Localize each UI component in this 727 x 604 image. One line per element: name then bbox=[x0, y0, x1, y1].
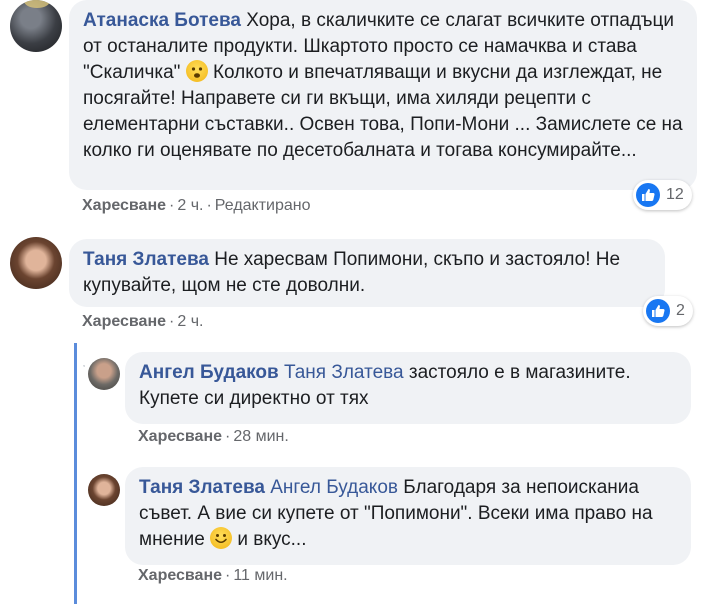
frowning-face-icon bbox=[185, 60, 208, 82]
comment-actions: Харесване · 2 ч. bbox=[82, 313, 204, 330]
reply-actions: Харесване · 28 мин. bbox=[138, 428, 289, 445]
avatar-tanya-zlateva[interactable] bbox=[10, 237, 62, 289]
like-button[interactable]: Харесване bbox=[138, 567, 222, 584]
comment-author[interactable]: Атанаска Ботева bbox=[83, 10, 241, 31]
reply-text-continued: и вкус... bbox=[237, 529, 307, 550]
timestamp[interactable]: 2 ч. bbox=[177, 313, 203, 330]
smiling-face-icon bbox=[210, 527, 233, 549]
comment-author[interactable]: Таня Златева bbox=[83, 249, 209, 270]
reply-actions: Харесване · 11 мин. bbox=[138, 567, 288, 584]
reaction-number: 12 bbox=[666, 186, 684, 203]
avatar-atanaska-boteva[interactable] bbox=[10, 0, 62, 52]
avatar-highlight bbox=[24, 0, 50, 8]
reply-body: Таня Златева Ангел Будаков Благодаря за … bbox=[139, 475, 677, 553]
reply-thread-line bbox=[74, 343, 77, 604]
timestamp[interactable]: 2 ч. bbox=[177, 197, 203, 214]
reply-connector bbox=[83, 365, 85, 367]
like-button[interactable]: Харесване bbox=[82, 313, 166, 330]
timestamp[interactable]: 11 мин. bbox=[233, 567, 287, 584]
mention-link[interactable]: Таня Златева bbox=[284, 362, 404, 383]
reply-bubble: Таня Златева Ангел Будаков Благодаря за … bbox=[125, 467, 691, 565]
reply-bubble: Ангел Будаков Таня Златева застояло е в … bbox=[125, 352, 691, 424]
reply-author[interactable]: Ангел Будаков bbox=[139, 362, 279, 383]
reaction-count[interactable]: 2 bbox=[643, 296, 693, 326]
comment-bubble: Атанаска Ботева Хора, в скаличките се сл… bbox=[69, 0, 697, 190]
comment-actions: Харесване · 2 ч. · Редактирано bbox=[82, 197, 311, 214]
like-icon bbox=[636, 183, 660, 207]
reply-body: Ангел Будаков Таня Златева застояло е в … bbox=[139, 360, 677, 412]
edited-label: Редактирано bbox=[214, 197, 311, 214]
reaction-number: 2 bbox=[676, 302, 685, 319]
like-button[interactable]: Харесване bbox=[82, 197, 166, 214]
reply-author[interactable]: Таня Златева bbox=[139, 477, 265, 498]
reaction-count[interactable]: 12 bbox=[633, 180, 692, 210]
comment-body: Атанаска Ботева Хора, в скаличките се сл… bbox=[83, 8, 683, 164]
timestamp[interactable]: 28 мин. bbox=[233, 428, 288, 445]
comment-body: Таня Златева Не харесвам Попимони, скъпо… bbox=[83, 247, 651, 299]
mention-link[interactable]: Ангел Будаков bbox=[270, 477, 398, 498]
avatar-angel-budakov[interactable] bbox=[88, 358, 120, 390]
like-button[interactable]: Харесване bbox=[138, 428, 222, 445]
like-icon bbox=[646, 299, 670, 323]
avatar-tanya-zlateva-small[interactable] bbox=[88, 474, 120, 506]
comment-bubble: Таня Златева Не харесвам Попимони, скъпо… bbox=[69, 239, 665, 307]
